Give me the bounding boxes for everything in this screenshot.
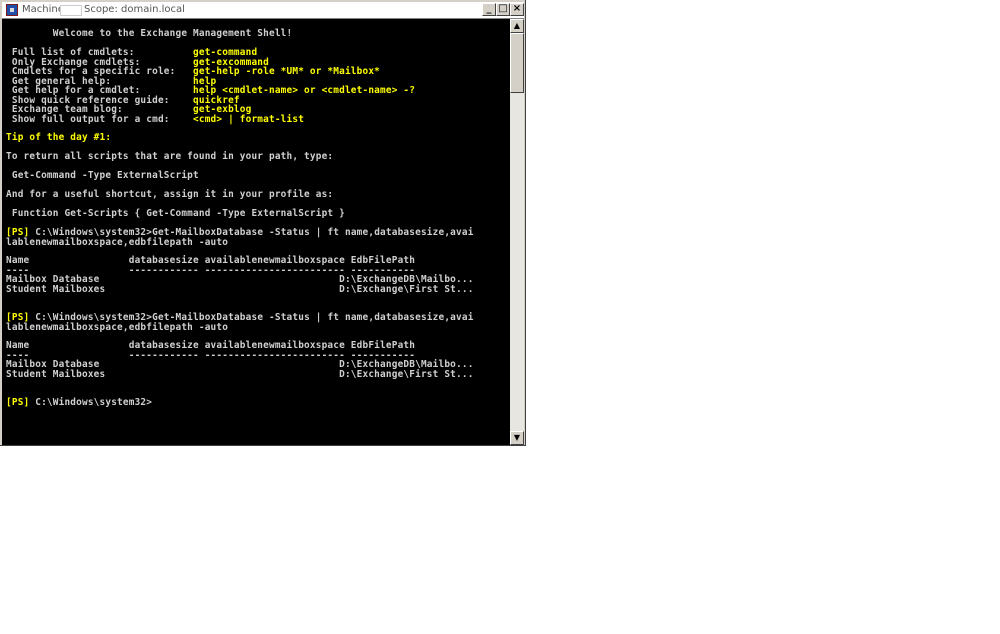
window-title-prefix: Machine <box>22 4 64 15</box>
console-line: Get-Command -Type ExternalScript <box>6 170 199 181</box>
console-line: Function Get-Scripts { Get-Command -Type… <box>6 208 345 219</box>
console-line: Show full output for a cmd: <cmd> | form… <box>6 113 305 125</box>
title-bar[interactable]: Machine Scope: domain.local _ □ × <box>2 2 524 19</box>
maximize-button[interactable]: □ <box>496 3 510 16</box>
table-row: Student Mailboxes D:\Exchange\First St..… <box>6 368 474 380</box>
redacted-machine-name <box>60 5 82 16</box>
console-line: lablenewmailboxspace,edbfilepath -auto <box>6 236 229 248</box>
table-row: Student Mailboxes D:\Exchange\First St..… <box>6 283 474 295</box>
prompt-line: [PS] C:\Windows\system32> <box>6 397 153 408</box>
scroll-up-arrow-icon[interactable]: ▲ <box>510 19 524 33</box>
minimize-button[interactable]: _ <box>482 3 496 16</box>
vertical-scrollbar[interactable]: ▲ ▼ <box>510 19 524 445</box>
scroll-thumb[interactable] <box>510 33 524 93</box>
scroll-down-arrow-icon[interactable]: ▼ <box>510 431 524 445</box>
console-line: lablenewmailboxspace,edbfilepath -auto <box>6 321 229 333</box>
console-line: Tip of the day #1: <box>6 132 112 143</box>
exchange-shell-window: Machine Scope: domain.local _ □ × Welcom… <box>0 0 526 446</box>
window-title-scope: Scope: domain.local <box>84 4 185 15</box>
console-output[interactable]: Welcome to the Exchange Management Shell… <box>2 19 510 445</box>
close-button[interactable]: × <box>510 3 524 16</box>
console-line: To return all scripts that are found in … <box>6 151 334 162</box>
console-line: Welcome to the Exchange Management Shell… <box>6 28 293 39</box>
console-line: And for a useful shortcut, assign it in … <box>6 189 334 200</box>
app-icon <box>6 4 18 16</box>
